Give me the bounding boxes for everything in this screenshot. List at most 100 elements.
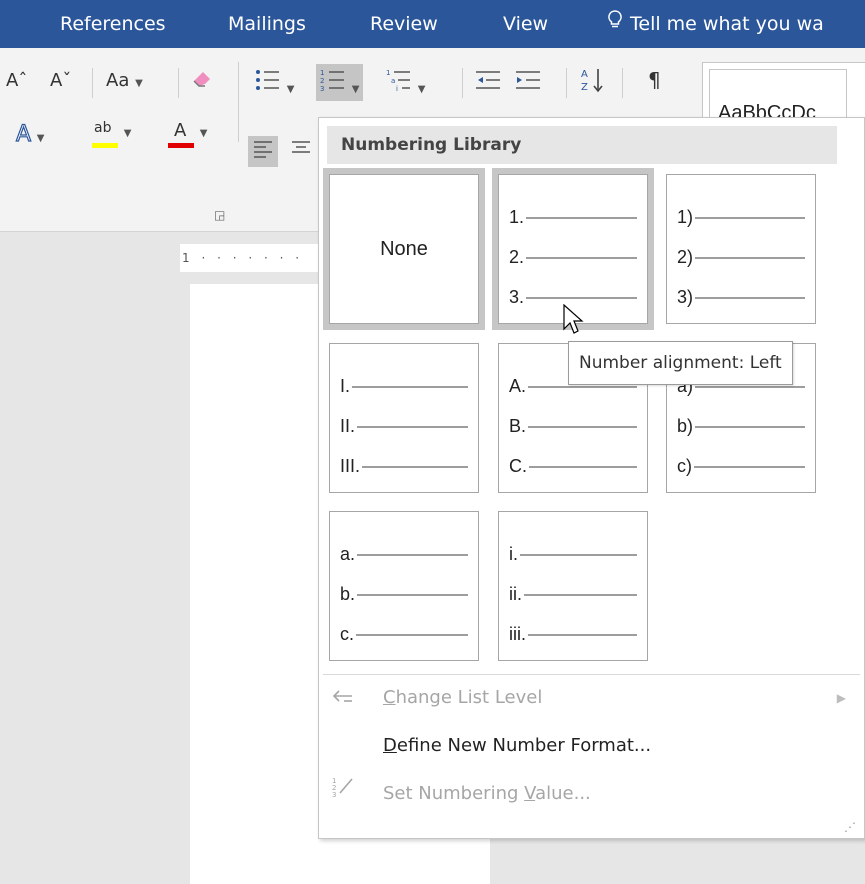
preview-marker: III. — [340, 455, 361, 476]
preview-marker: 2) — [677, 246, 694, 267]
preview-line: c. — [340, 614, 468, 654]
numbering-format-alpha-lower[interactable]: a. b. c. — [329, 511, 479, 661]
svg-text:a: a — [391, 77, 395, 85]
sort-icon[interactable]: AZ — [580, 66, 604, 99]
clear-formatting-icon[interactable] — [190, 66, 214, 95]
preview-line: a. — [340, 534, 468, 574]
preview-line: 1. — [509, 197, 637, 237]
none-label: None — [380, 237, 428, 260]
horizontal-ruler[interactable]: 1 · · · · · · · — [180, 244, 322, 272]
increase-indent-icon[interactable] — [514, 68, 542, 97]
preview-marker: 3. — [509, 286, 525, 307]
preview-line: III. — [340, 446, 468, 486]
tell-me-text: Tell me what you wa — [630, 13, 824, 35]
preview-marker: 3) — [677, 286, 694, 307]
set-numbering-value-item[interactable]: 123 Set Numbering Value... — [319, 772, 864, 816]
separator — [622, 68, 623, 98]
text-effects-icon: A — [15, 121, 32, 147]
preview-line: ii. — [509, 574, 637, 614]
align-left-icon — [252, 141, 274, 165]
chevron-down-icon: ▼ — [199, 128, 208, 139]
format-preview: 1) 2) 3) — [677, 197, 805, 317]
lightbulb-icon — [608, 0, 622, 48]
bullets-button[interactable]: ▼ — [255, 68, 294, 97]
change-list-level-icon — [331, 676, 355, 720]
multilevel-list-button[interactable]: 1ai ▼ — [386, 68, 425, 97]
svg-text:3: 3 — [332, 791, 336, 799]
preview-marker: 1. — [509, 206, 525, 227]
preview-line: i. — [509, 534, 637, 574]
font-color-icon: A — [168, 120, 194, 150]
numbering-format-roman-lower[interactable]: i. ii. iii. — [498, 511, 648, 661]
tab-references[interactable]: References — [60, 0, 166, 48]
tab-review[interactable]: Review — [370, 0, 438, 48]
numbering-format-decimal-period[interactable]: 1. 2. 3. — [492, 168, 654, 330]
format-preview: a. b. c. — [340, 534, 468, 654]
change-list-level-label: Change List Level — [383, 687, 543, 708]
preview-line: iii. — [509, 614, 637, 654]
format-preview: 1. 2. 3. — [509, 197, 637, 317]
define-new-number-format-item[interactable]: Define New Number Format... — [319, 724, 864, 768]
text-effects-button[interactable]: A ▼ — [15, 121, 44, 147]
text-highlight-button[interactable]: ab ▼ — [92, 120, 131, 150]
svg-text:2: 2 — [320, 77, 324, 85]
preview-marker: c. — [340, 623, 355, 644]
preview-marker: c) — [677, 455, 692, 476]
show-formatting-marks-icon[interactable]: ¶ — [648, 68, 661, 92]
numbering-format-none[interactable]: None — [323, 168, 485, 330]
preview-line: 2) — [677, 237, 805, 277]
preview-marker: II. — [340, 415, 356, 436]
preview-line: 3) — [677, 277, 805, 317]
svg-text:i: i — [396, 85, 398, 92]
tab-view[interactable]: View — [503, 0, 548, 48]
grow-font-button[interactable]: Aˆ — [6, 70, 27, 91]
svg-text:A: A — [581, 69, 588, 80]
separator — [92, 68, 93, 98]
preview-line: 2. — [509, 237, 637, 277]
menu-separator — [323, 674, 860, 675]
numbering-format-roman-upper[interactable]: I. II. III. — [329, 343, 479, 493]
tab-mailings[interactable]: Mailings — [228, 0, 306, 48]
preview-marker: C. — [509, 455, 527, 476]
resize-grip-icon[interactable]: ⋰ — [844, 820, 856, 834]
numbering-dropdown: Numbering Library None 1. 2. 3. 1) 2) 3)… — [318, 117, 865, 839]
shrink-font-button[interactable]: Aˇ — [50, 70, 71, 91]
set-numbering-value-icon: 123 — [331, 772, 355, 816]
format-preview: i. ii. iii. — [509, 534, 637, 654]
change-case-label: Aa — [106, 70, 130, 91]
submenu-arrow-icon: ▶ — [836, 691, 846, 705]
chevron-down-icon: ▼ — [286, 84, 295, 95]
numbering-icon: 123 — [320, 69, 346, 97]
svg-text:1: 1 — [320, 69, 324, 77]
preview-line: 1) — [677, 197, 805, 237]
numbering-format-decimal-paren[interactable]: 1) 2) 3) — [666, 174, 816, 324]
preview-line: b) — [677, 406, 805, 446]
align-left-button[interactable] — [248, 136, 278, 167]
define-new-number-format-label: Define New Number Format... — [383, 735, 652, 756]
align-center-icon[interactable] — [290, 138, 312, 165]
multilevel-list-icon: 1ai — [386, 69, 412, 97]
mouse-cursor-icon — [563, 303, 585, 340]
bullets-icon — [255, 70, 281, 97]
preview-marker: B. — [509, 415, 527, 436]
chevron-down-icon: ▼ — [417, 84, 426, 95]
chevron-down-icon: ▼ — [123, 128, 132, 139]
preview-marker: iii. — [509, 623, 526, 644]
numbering-button[interactable]: 123 ▼ — [316, 64, 364, 101]
highlighter-icon: ab — [92, 120, 118, 150]
chevron-down-icon: ▼ — [351, 84, 360, 95]
preview-line: c) — [677, 446, 805, 486]
format-preview: I. II. III. — [340, 366, 468, 486]
font-color-button[interactable]: A ▼ — [168, 120, 207, 150]
decrease-indent-icon[interactable] — [474, 68, 502, 97]
change-case-button[interactable]: Aa ▼ — [106, 70, 143, 91]
chevron-down-icon: ▼ — [135, 78, 143, 89]
preview-line: C. — [509, 446, 637, 486]
separator — [566, 68, 567, 98]
separator — [178, 68, 179, 98]
tell-me-box[interactable]: Tell me what you wa — [608, 0, 824, 48]
change-list-level-item[interactable]: Change List Level ▶ — [319, 676, 864, 720]
separator — [462, 68, 463, 98]
preview-marker: i. — [509, 543, 518, 564]
font-dialog-launcher-icon[interactable]: ◲ — [214, 208, 225, 222]
